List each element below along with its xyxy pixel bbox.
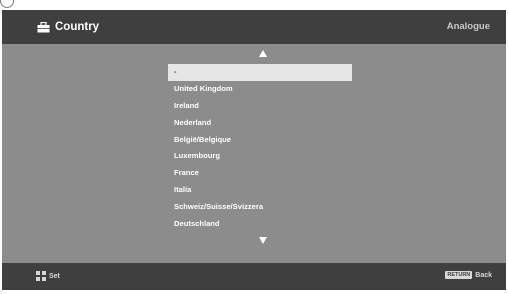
list-item-ireland[interactable]: Ireland [168,98,352,115]
country-menu-screen: Country Analogue - United Kingdom Irelan… [2,10,506,290]
list-item-united-kingdom[interactable]: United Kingdom [168,81,352,98]
list-item-belgie-belgique[interactable]: België/Belgique [168,132,352,149]
scroll-down-arrow-icon[interactable] [259,237,267,244]
list-item-none[interactable]: - [168,64,352,81]
footer-bar: Set RETURN Back [2,263,506,290]
set-label: Set [49,272,60,280]
broadcast-mode-label: Analogue [446,21,490,32]
briefcase-icon [37,21,50,32]
scroll-up-arrow-icon[interactable] [259,50,267,57]
list-item-luxembourg[interactable]: Luxembourg [168,148,352,165]
list-item-france[interactable]: France [168,165,352,182]
list-item-italia[interactable]: Italia [168,182,352,199]
header-bar: Country Analogue [2,10,506,44]
country-list: - United Kingdom Ireland Nederland Belgi… [168,64,352,233]
header-title-group: Country [37,20,99,34]
circle-mark-icon [0,0,14,8]
list-item-schweiz-suisse-svizzera[interactable]: Schweiz/Suisse/Svizzera [168,199,352,216]
list-item-nederland[interactable]: Nederland [168,115,352,132]
page-title: Country [55,21,100,33]
return-key-badge: RETURN [445,271,473,279]
dpad-icon [36,271,46,281]
back-label: Back [475,271,492,279]
set-hint: Set [36,271,60,281]
list-item-deutschland[interactable]: Deutschland [168,216,352,233]
back-hint: RETURN Back [445,271,492,279]
